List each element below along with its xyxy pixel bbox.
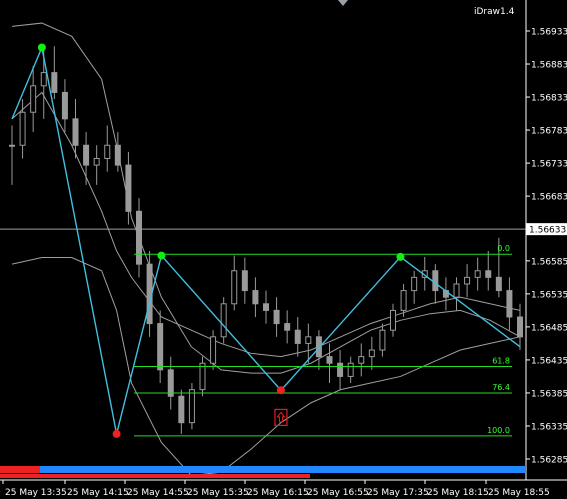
candle-body (432, 270, 439, 292)
candle-body (379, 329, 386, 351)
candle-body (263, 303, 269, 311)
candle-body (104, 144, 111, 159)
signal-bar-red-lower-segment (0, 474, 310, 478)
signal-bar-red-segment (0, 466, 40, 473)
time-tick-label: 25 May 16:55 (307, 488, 369, 498)
candle-body (199, 362, 206, 391)
current-price-line: 1.56633 (0, 223, 567, 236)
price-tick-label: 1.56783 (531, 127, 567, 137)
candle-body (51, 72, 58, 93)
candle-body (19, 111, 26, 146)
price-tick-label: 1.56933 (531, 28, 567, 38)
candle-body (400, 290, 407, 311)
candle-body (9, 144, 15, 147)
candle-body (231, 270, 238, 305)
candle-body (284, 323, 291, 331)
candle-body (136, 210, 142, 265)
time-tick-label: 25 May 18:55 (488, 488, 550, 498)
candle-body (83, 144, 90, 166)
candle-body (517, 316, 523, 338)
candle-body (495, 276, 502, 292)
candle-body (474, 270, 481, 278)
candle-body (337, 362, 344, 377)
candle-body (326, 356, 333, 364)
swing-high-dot (157, 251, 166, 260)
swing-high-dot (396, 252, 405, 261)
candle-body (157, 323, 164, 371)
price-tick-label: 1.56385 (531, 389, 567, 399)
bollinger-envelopes (11, 22, 521, 477)
candle-body (358, 356, 365, 364)
current-price-label: 1.56633 (529, 226, 566, 236)
fib-level-label: 0.0 (497, 244, 510, 253)
candle-body (93, 157, 100, 166)
candle-body (30, 85, 37, 113)
candle-body (252, 290, 259, 305)
candle-body (61, 91, 68, 120)
candle-body (453, 283, 460, 298)
candle-body (464, 276, 471, 285)
price-chart[interactable]: 0.061.876.4100.0 1.56633 1.569331.568831… (0, 0, 567, 499)
candle-body (305, 336, 312, 344)
candle-body (241, 270, 248, 292)
time-tick-label: 25 May 14:15 (67, 488, 129, 498)
time-tick-label: 25 May 15:35 (187, 488, 249, 498)
time-tick-label: 25 May 16:15 (247, 488, 309, 498)
price-tick-label: 1.56535 (531, 290, 567, 300)
price-tick-label: 1.56883 (531, 61, 567, 71)
swing-high-dot (37, 43, 46, 52)
candle-body (210, 336, 217, 364)
candle-body (188, 389, 195, 424)
candle-body (114, 144, 121, 166)
candle-body (40, 72, 47, 87)
time-tick-label: 25 May 13:35 (5, 488, 67, 498)
time-tick-label: 25 May 14:55 (127, 488, 189, 498)
swing-low-dot (112, 429, 121, 438)
candle-body (72, 118, 79, 146)
chart-window[interactable]: 0.0 61.8 76.4 100.0 1.56633 1.56933 1.56883 1… (0, 0, 567, 499)
candle-body (178, 395, 185, 424)
candle-body (411, 276, 418, 292)
zigzag-line (11, 45, 521, 435)
fib-level-label: 100.0 (487, 426, 510, 435)
price-tick-label: 1.56683 (531, 193, 567, 203)
price-tick-label: 1.56733 (531, 160, 567, 170)
fib-level-label: 76.4 (492, 383, 510, 392)
candle-body (485, 270, 492, 278)
signal-bar-blue-segment (40, 466, 526, 473)
candle-body (294, 329, 301, 344)
candle-body (390, 309, 396, 331)
price-tick-label: 1.56585 (531, 257, 567, 267)
chart-axes: 1.56933 1.56883 1.56833 1.56783 1.56733 1.566… (0, 0, 567, 498)
candle-body (368, 349, 375, 358)
indicator-label: iDraw1.4 (474, 7, 515, 17)
bottom-signal-bar (0, 466, 526, 478)
swing-markers (37, 43, 405, 438)
price-tick-label: 1.56435 (531, 356, 567, 366)
candle-body (220, 303, 227, 338)
candle-body (273, 309, 280, 325)
price-tick-label: 1.56285 (531, 456, 567, 466)
swing-low-dot (276, 386, 285, 395)
fib-level-label: 61.8 (492, 357, 510, 366)
time-tick-label: 25 May 18:15 (427, 488, 489, 498)
candle-body (506, 290, 513, 318)
candle-body (167, 369, 174, 397)
chart-top-elements: iDraw1.4 (338, 0, 515, 17)
price-candles (9, 46, 523, 434)
price-tick-label: 1.56335 (531, 422, 567, 432)
candle-body (347, 362, 354, 377)
time-tick-label: 25 May 17:35 (367, 488, 429, 498)
price-tick-label: 1.56485 (531, 323, 567, 333)
zigzag-polyline (11, 45, 521, 435)
candle-body (125, 164, 132, 212)
price-tick-label: 1.56833 (531, 94, 567, 104)
scroll-shift-icon[interactable] (338, 0, 348, 6)
